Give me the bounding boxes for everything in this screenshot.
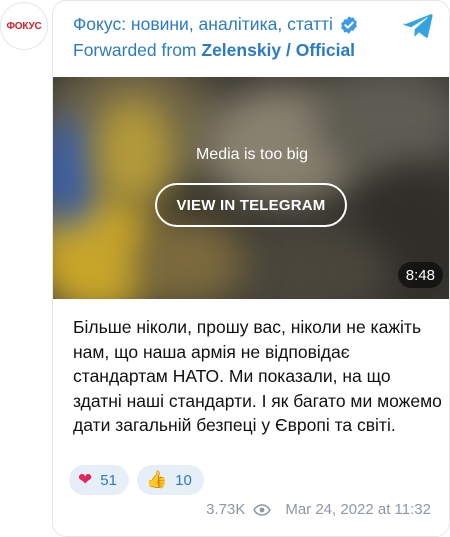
- eye-icon: [253, 503, 272, 516]
- forwarded-prefix: Forwarded from: [73, 40, 202, 60]
- reaction-thumbs-up[interactable]: 👍 10: [136, 465, 204, 495]
- view-in-telegram-button[interactable]: VIEW IN TELEGRAM: [155, 183, 347, 227]
- forwarded-from: Forwarded from Zelenskiy / Official: [73, 40, 355, 61]
- channel-name[interactable]: Фокус: новини, аналітика, статті: [73, 14, 333, 35]
- avatar-logo-text: ФОКУС: [6, 20, 42, 32]
- media-too-big-notice: Media is too big: [195, 146, 309, 163]
- telegram-logo-icon[interactable]: [403, 13, 433, 39]
- reaction-count: 51: [100, 471, 117, 489]
- channel-title[interactable]: Фокус: новини, аналітика, статті: [73, 14, 359, 35]
- forwarded-source-link[interactable]: Zelenskiy / Official: [201, 40, 355, 60]
- channel-avatar[interactable]: ФОКУС: [0, 2, 48, 50]
- reactions-bar: ❤ 51 👍 10: [69, 465, 204, 495]
- view-count: 3.73K: [206, 501, 246, 518]
- message-text: Більше ніколи, прошу вас, ніколи не кажі…: [73, 317, 442, 435]
- post-header: Фокус: новини, аналітика, статті Forward…: [53, 1, 449, 71]
- video-duration-badge: 8:48: [397, 262, 443, 288]
- heart-icon: ❤: [78, 469, 93, 490]
- post-date-link[interactable]: Mar 24, 2022 at 11:32: [285, 501, 431, 518]
- reaction-heart[interactable]: ❤ 51: [69, 465, 129, 495]
- post-card: Фокус: новини, аналітика, статті Forward…: [52, 0, 450, 537]
- reaction-count: 10: [175, 471, 192, 489]
- thumbs-up-icon: 👍: [145, 469, 168, 490]
- video-preview[interactable]: Media is too big VIEW IN TELEGRAM 8:48: [53, 77, 449, 299]
- post-meta: 3.73K Mar 24, 2022 at 11:32: [206, 501, 431, 518]
- verified-badge-icon: [340, 15, 357, 34]
